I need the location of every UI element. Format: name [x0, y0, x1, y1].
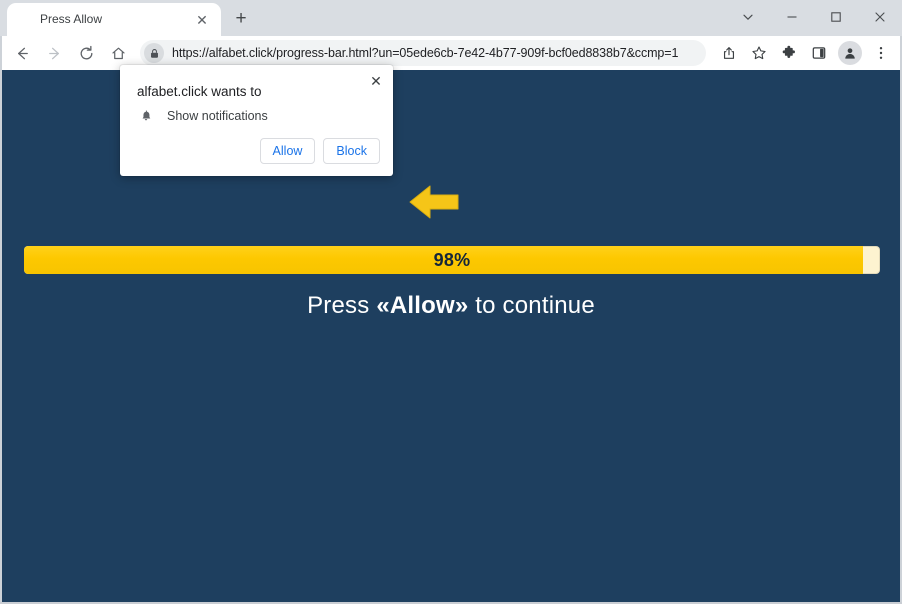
headline-suffix: to continue: [468, 292, 595, 319]
page-headline: Press «Allow» to continue: [2, 292, 900, 320]
headline-prefix: Press: [307, 292, 377, 319]
avatar[interactable]: [838, 41, 862, 65]
tab-search-chevron-down-icon[interactable]: [726, 1, 770, 33]
window-controls: [726, 0, 902, 34]
dialog-title: alfabet.click wants to: [137, 84, 262, 99]
dialog-close-icon[interactable]: ✕: [365, 70, 387, 92]
dialog-permission-row: Show notifications: [137, 107, 268, 125]
new-tab-button[interactable]: +: [226, 4, 256, 34]
address-bar[interactable]: https://alfabet.click/progress-bar.html?…: [140, 40, 706, 66]
browser-window: Press Allow ✕ + https://alfabet.click/pr…: [0, 0, 902, 604]
three-dot-menu-icon[interactable]: [867, 39, 895, 67]
dialog-permission-label: Show notifications: [167, 109, 268, 123]
tab-strip: Press Allow ✕ +: [0, 0, 902, 36]
lock-icon[interactable]: [144, 43, 164, 63]
back-arrow-icon[interactable]: [8, 39, 36, 67]
tab-strip-edge: [0, 0, 7, 36]
allow-button[interactable]: Allow: [259, 138, 316, 164]
block-button[interactable]: Block: [323, 138, 380, 164]
window-frame-left: [0, 36, 2, 604]
left-arrow-icon: [406, 182, 462, 222]
share-icon[interactable]: [715, 39, 743, 67]
reload-icon[interactable]: [72, 39, 100, 67]
notification-permission-dialog: ✕ alfabet.click wants to Show notificati…: [120, 65, 393, 176]
puzzle-icon[interactable]: [775, 39, 803, 67]
maximize-icon[interactable]: [814, 1, 858, 33]
dialog-actions: Allow Block: [259, 138, 380, 164]
progress-bar: 98%: [24, 246, 880, 274]
forward-arrow-icon[interactable]: [40, 39, 68, 67]
headline-emphasis: «Allow»: [376, 292, 469, 319]
side-panel-icon[interactable]: [805, 39, 833, 67]
tab-title: Press Allow: [40, 12, 103, 26]
minimize-icon[interactable]: [770, 1, 814, 33]
browser-tab[interactable]: Press Allow ✕: [7, 3, 221, 36]
tab-close-icon[interactable]: ✕: [191, 9, 213, 31]
star-icon[interactable]: [745, 39, 773, 67]
home-icon[interactable]: [104, 39, 132, 67]
progress-bar-label: 98%: [433, 249, 471, 270]
address-bar-url: https://alfabet.click/progress-bar.html?…: [172, 46, 679, 60]
close-window-icon[interactable]: [858, 1, 902, 33]
bell-icon: [137, 107, 155, 125]
